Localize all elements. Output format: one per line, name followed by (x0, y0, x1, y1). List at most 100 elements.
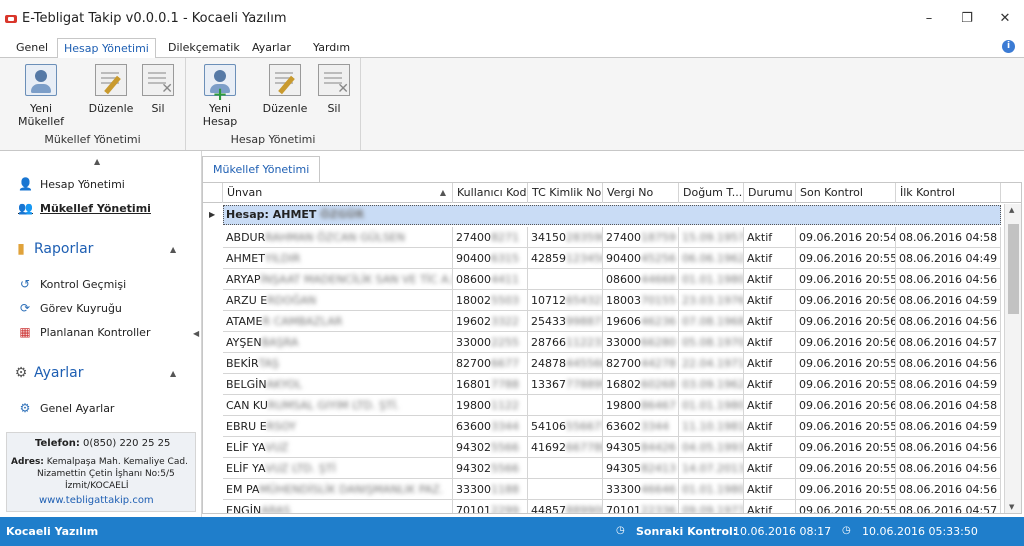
table-row[interactable]: ARZU ERDOĞAN1800255031071265432118003701… (223, 290, 1001, 311)
table-row[interactable]: ARYAPİNŞAAT MADENCİLİK SAN VE TİC A.Ş 086… (223, 269, 1001, 290)
table-row[interactable]: BEKİRTAŞ82700667724878445566827004427822… (223, 353, 1001, 374)
table-row[interactable]: BELGİN AKYOL1680177881336777889916802602… (223, 374, 1001, 395)
tab-ayarlar[interactable]: Ayarlar (246, 38, 297, 58)
column-header-ilk-kontrol[interactable]: İlk Kontrol (896, 183, 1001, 203)
column-header-kullanici-kodu[interactable]: Kullanıcı Kodu (453, 183, 528, 203)
collapse-up-icon[interactable]: ▲ (94, 157, 100, 166)
delete-account-button[interactable]: Sil (318, 64, 350, 115)
table-cell: 03.09.1962 (679, 374, 744, 395)
table-row[interactable]: ABDURRAHMAN ÖZCAN GÜLSEN 274008271 3415028… (223, 227, 1001, 248)
masked-text: 1971 (717, 357, 744, 370)
table-row[interactable]: CAN KURUMSAL GIYIM LTD. ŞTİ. 198001122 198… (223, 395, 1001, 416)
scrollbar-thumb[interactable] (1008, 224, 1019, 314)
column-header-tc-kimlik[interactable]: TC Kimlik No (528, 183, 603, 203)
column-header-dogum-tarihi[interactable]: Doğum T... (679, 183, 744, 203)
masked-text: İNŞAAT MADENCİLİK SAN VE TİC A.Ş (260, 273, 453, 286)
tab-yardim[interactable]: Yardım (307, 38, 356, 58)
table-cell: 9430582413 (603, 458, 679, 479)
sidebar-item-planlanan-kontroller[interactable]: ▦ Planlanan Kontroller (18, 325, 150, 339)
table-cell: 1960646236 (603, 311, 679, 332)
masked-text: 45256 (641, 252, 676, 265)
table-cell: 01.01.1980 (679, 395, 744, 416)
sidebar-item-mukellef-yonetimi[interactable]: 👥 Mükellef Yönetimi (18, 201, 151, 215)
vertical-scrollbar[interactable]: ▲ ▼ (1004, 204, 1021, 513)
table-cell: EM PA MÜHENDİSLİK DANIŞMANLIK PAZ. (223, 479, 453, 500)
history-icon: ↺ (19, 277, 31, 291)
people-icon: 👥 (18, 201, 33, 215)
sidebar-item-kontrol-gecmisi[interactable]: ↺ Kontrol Geçmişi (18, 277, 126, 291)
table-row[interactable]: ATAMER CAMBAZLAR196023322254339988771960… (223, 311, 1001, 332)
masked-text: 66280 (641, 336, 676, 349)
info-icon[interactable]: i (1002, 40, 1015, 53)
edit-account-button[interactable]: Düzenle (260, 64, 310, 115)
table-cell: Aktif (744, 332, 796, 353)
masked-text: 44668 (641, 273, 676, 286)
masked-text: 09.09. (682, 504, 717, 514)
table-row[interactable]: EM PA MÜHENDİSLİK DANIŞMANLIK PAZ. 333001… (223, 479, 1001, 500)
table-cell: 09.06.2016 20:55 (796, 374, 896, 395)
close-button[interactable]: ✕ (986, 0, 1024, 36)
column-header-vergi-no[interactable]: Vergi No (603, 183, 679, 203)
table-cell: ELİF YAVUZ (223, 437, 453, 458)
sidebar-item-genel-ayarlar[interactable]: ⚙ Genel Ayarlar (18, 401, 115, 415)
scroll-down-icon[interactable]: ▼ (1009, 503, 1014, 511)
new-taxpayer-button[interactable]: Yeni Mükellef (8, 64, 74, 128)
masked-text: 8271 (491, 231, 519, 244)
minimize-button[interactable]: – (910, 0, 948, 36)
section-raporlar[interactable]: ▮ Raporlar (14, 241, 93, 257)
contact-panel: Telefon: 0(850) 220 25 25 Adres: Kemalpa… (6, 432, 196, 512)
table-row[interactable]: ELİF YAVUZ943025566416926677889430584426… (223, 437, 1001, 458)
masked-text: ARAS (261, 504, 291, 514)
table-cell: 2740018759 (603, 227, 679, 248)
tab-genel[interactable]: Genel (10, 38, 54, 58)
table-cell: 08.06.2016 04:56 (896, 311, 1001, 332)
sidebar-item-hesap-yonetimi[interactable]: 👤 Hesap Yönetimi (18, 177, 125, 191)
table-cell: 08.06.2016 04:57 (896, 332, 1001, 353)
group-row[interactable]: Hesap: AHMET ÖZGÜR (223, 205, 1001, 225)
table-cell: 09.06.2016 20:55 (796, 248, 896, 269)
table-row[interactable]: ELİF YAVUZ LTD. ŞTİ 943025566 9430582413 14… (223, 458, 1001, 479)
new-account-button[interactable]: Yeni Hesap (192, 64, 248, 128)
masked-text: 70155 (641, 294, 676, 307)
collapse-up-icon[interactable]: ▲ (170, 245, 176, 254)
tab-mukellef-yonetimi[interactable]: Mükellef Yönetimi (202, 156, 321, 182)
masked-text: 1980 (717, 399, 744, 412)
table-cell: Aktif (744, 500, 796, 513)
table-row[interactable]: AYŞENBAŞRA330002255287661122333300066280… (223, 332, 1001, 353)
collapse-left-icon[interactable]: ◀ (193, 329, 199, 338)
delete-taxpayer-button[interactable]: Sil (142, 64, 174, 115)
table-row[interactable]: AHMETYILDIR90400631542859123456904004525… (223, 248, 1001, 269)
masked-text: 46646 (641, 483, 676, 496)
ribbon-tabs: Genel Hesap Yönetimi Dilekçematik Ayarla… (0, 36, 1024, 59)
tab-dilekcematik[interactable]: Dilekçematik (162, 38, 246, 58)
tab-hesap-yonetimi[interactable]: Hesap Yönetimi (57, 38, 156, 59)
table-cell: 09.06.2016 20:56 (796, 395, 896, 416)
collapse-up-icon[interactable]: ▲ (170, 369, 176, 378)
maximize-button[interactable]: ❐ (948, 0, 986, 36)
masked-text: 7788 (491, 378, 519, 391)
masked-text: 1977 (717, 504, 744, 514)
table-row[interactable]: ENGİN ARAS701012299448578899007010122336… (223, 500, 1001, 514)
table-cell: 180025503 (453, 290, 528, 311)
section-ayarlar[interactable]: ⚙ Ayarlar (14, 365, 84, 381)
website-link[interactable]: www.tebligattakip.com (39, 495, 154, 506)
edit-taxpayer-button[interactable]: Düzenle (86, 64, 136, 115)
masked-text: 44278 (641, 357, 676, 370)
column-header-son-kontrol[interactable]: Son Kontrol (796, 183, 896, 203)
gear-icon: ⚙ (14, 365, 28, 381)
column-header-unvan[interactable]: Ünvan ▲ (223, 183, 453, 203)
table-row[interactable]: EBRU ERSOY636003344541065566776360233441… (223, 416, 1001, 437)
ribbon-group-label: Hesap Yönetimi (230, 133, 316, 146)
clock-icon: ◷ (842, 525, 851, 536)
masked-text: MÜHENDİSLİK DANIŞMANLIK PAZ. (259, 483, 444, 496)
column-header-durumu[interactable]: Durumu (744, 183, 796, 203)
sidebar-item-gorev-kuyrugu[interactable]: ⟳ Görev Kuyruğu (18, 301, 122, 315)
table-cell: ATAMER CAMBAZLAR (223, 311, 453, 332)
scroll-up-icon[interactable]: ▲ (1009, 206, 1014, 214)
masked-text: 6315 (491, 252, 519, 265)
table-cell: 7010122336 (603, 500, 679, 513)
masked-text: 1981 (717, 420, 744, 433)
table-cell: 09.06.2016 20:56 (796, 290, 896, 311)
masked-text: 1968 (717, 315, 744, 328)
masked-text: 5566 (491, 441, 519, 454)
